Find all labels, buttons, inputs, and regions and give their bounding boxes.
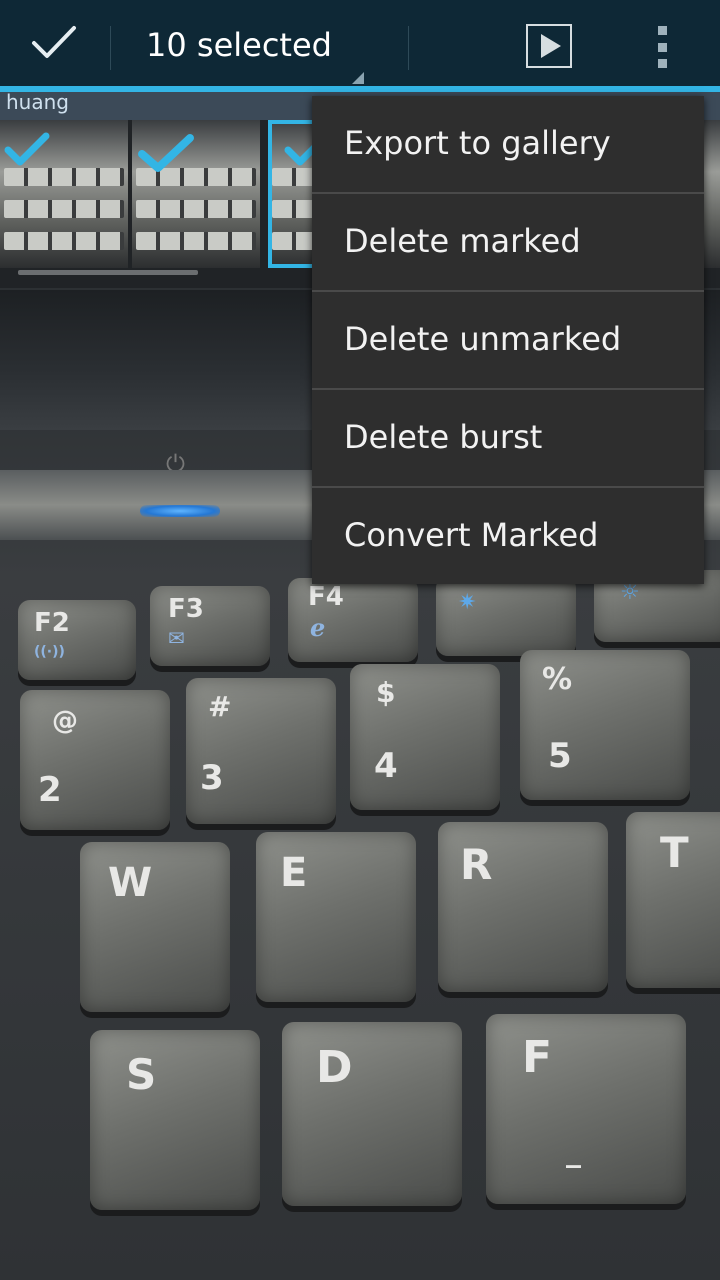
key-r: R [438,822,608,992]
menu-item-delete-marked[interactable]: Delete marked [312,194,704,290]
divider [408,26,409,70]
check-marked-icon [4,132,50,166]
play-icon [541,34,561,58]
key-f4: F4 ℯ [288,578,418,662]
overflow-menu-icon[interactable] [650,26,674,68]
menu-item-label: Delete unmarked [344,320,622,358]
power-led [140,505,220,517]
key-s: S [90,1030,260,1210]
menu-item-export-to-gallery[interactable]: Export to gallery [312,96,704,192]
thumbnail-1[interactable] [0,120,128,268]
contextual-action-bar: 10 selected [0,0,720,92]
key-w: W [80,842,230,1012]
menu-item-label: Delete burst [344,418,543,456]
key-5: % 5 [520,650,690,800]
menu-item-label: Export to gallery [344,124,611,162]
key-2: @ 2 [20,690,170,830]
done-button[interactable] [0,0,108,86]
menu-item-label: Convert Marked [344,516,599,554]
menu-item-convert-marked[interactable]: Convert Marked [312,488,704,584]
key-f: F _ [486,1014,686,1204]
selection-count: 10 selected [146,26,332,64]
key-f3: F3 ✉ [150,586,270,666]
key-3: # 3 [186,678,336,824]
key-f2: F2 ((·)) [18,600,136,680]
thumbnail-2[interactable] [132,120,260,268]
banner-text: huang [6,90,69,114]
key-e: E [256,832,416,1002]
strip-scrollbar[interactable] [18,270,198,275]
key-t: T [626,812,720,988]
selection-spinner[interactable]: 10 selected [112,0,368,86]
check-marked-icon [138,134,194,172]
key-4: $ 4 [350,664,500,810]
menu-item-label: Delete marked [344,222,581,260]
check-icon [32,26,76,58]
overflow-popup-menu: Export to gallery Delete marked Delete u… [312,96,704,584]
key-brightness-down: ✷ [436,576,576,656]
menu-item-delete-unmarked[interactable]: Delete unmarked [312,292,704,388]
menu-item-delete-burst[interactable]: Delete burst [312,390,704,486]
spinner-indicator-icon [352,72,364,84]
key-d: D [282,1022,462,1206]
divider [110,26,111,70]
play-button[interactable] [526,24,572,68]
